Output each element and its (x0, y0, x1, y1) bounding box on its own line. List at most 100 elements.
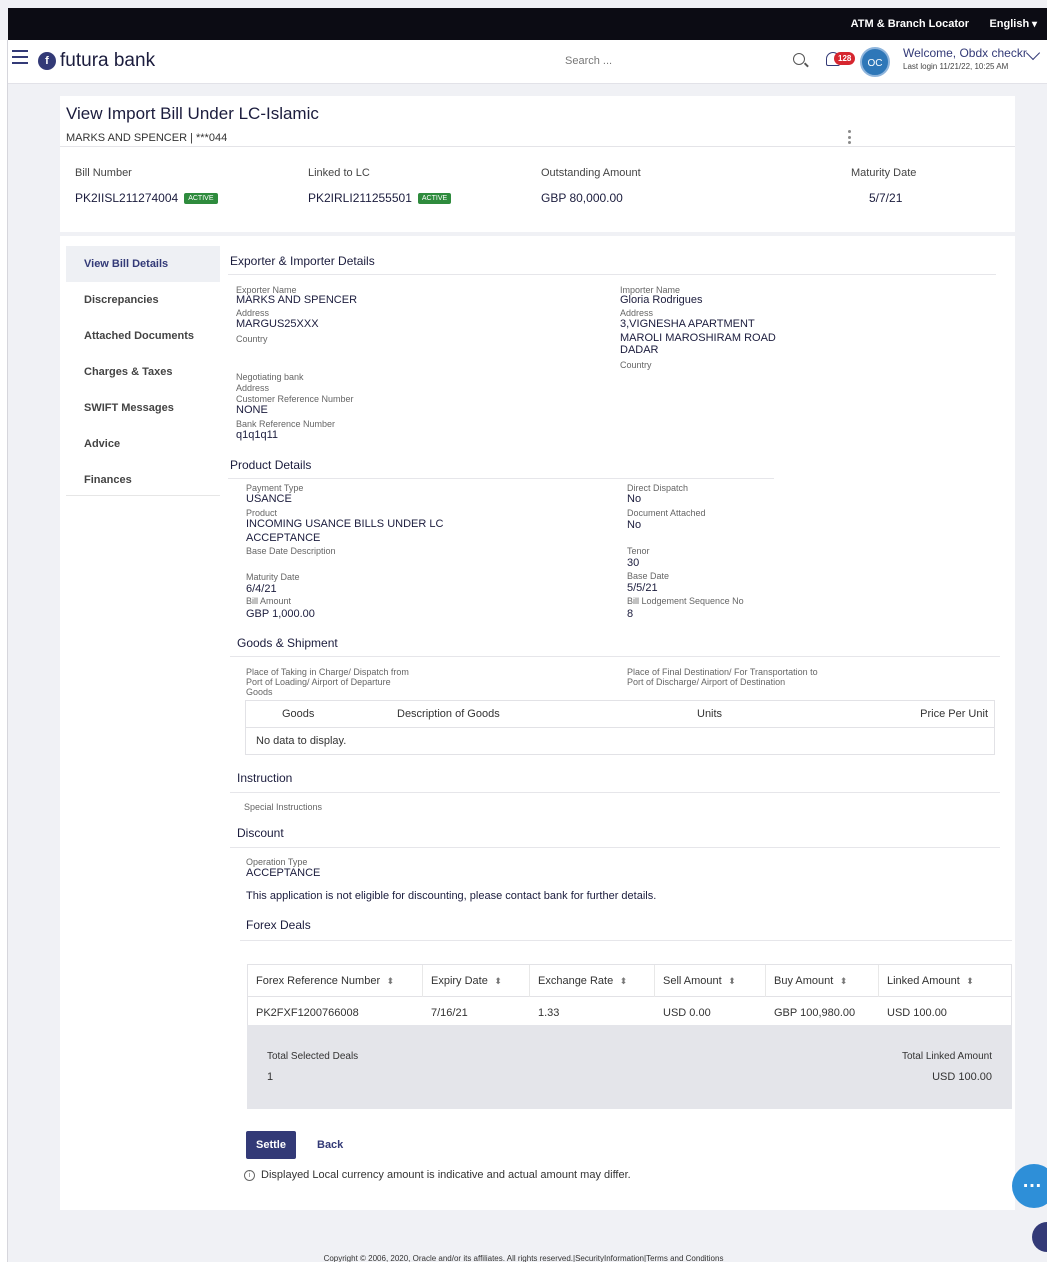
bill-number-label: Bill Number (75, 167, 132, 179)
field-value: GBP 1,000.00 (246, 608, 315, 620)
column-header-sortable[interactable]: Linked Amount (879, 965, 1011, 997)
bill-details-nav: View Bill Details Discrepancies Attached… (66, 246, 220, 496)
welcome-text[interactable]: Welcome, Obdx checkr (903, 46, 1027, 60)
column-header: Description of Goods (397, 707, 500, 720)
column-header-sortable[interactable]: Forex Reference Number (248, 964, 423, 997)
field-label: Place of Taking in Charge/ Dispatch from (246, 667, 409, 677)
field-value: Gloria Rodrigues (620, 294, 703, 306)
field-label: Tenor (627, 546, 650, 556)
notification-count-badge[interactable]: 128 (834, 52, 856, 65)
field-label: Address (236, 308, 270, 318)
column-header-sortable[interactable]: Expiry Date (423, 964, 530, 997)
column-header: Units (697, 707, 723, 720)
field-value: DADAR (620, 344, 659, 356)
field-label: Base Date Description (246, 546, 336, 556)
field-label: Special Instructions (244, 802, 323, 812)
section-title: Goods & Shipment (237, 636, 338, 650)
nav-item-discrepancies[interactable]: Discrepancies (66, 282, 220, 318)
forex-deals-table: Forex Reference Number Expiry Date Excha… (247, 964, 1012, 1030)
goods-table: Goods Description of Goods Units Price P… (245, 700, 995, 755)
maturity-date-block: Maturity Date 5/7/21 (851, 167, 916, 205)
field-value: ACCEPTANCE (246, 532, 321, 544)
app-header: f futura bank Search ... 128 OC Welcome,… (8, 40, 1047, 84)
back-link[interactable]: Back (317, 1139, 343, 1151)
nav-item-charges-taxes[interactable]: Charges & Taxes (66, 354, 220, 390)
field-label: Place of Final Destination/ For Transpor… (627, 667, 818, 677)
section-title: Forex Deals (246, 918, 311, 932)
scroll-top-icon[interactable] (1032, 1222, 1047, 1252)
field-value: q1q1q11 (236, 429, 279, 441)
forex-totals: Total Selected Deals 1 Total Linked Amou… (247, 1025, 1012, 1109)
column-header-sortable[interactable]: Exchange Rate (530, 964, 655, 997)
total-linked-label: Total Linked Amount (901, 1051, 992, 1062)
field-value: USANCE (246, 493, 292, 505)
search-bar[interactable]: Search ... (563, 48, 813, 74)
chevron-down-icon[interactable] (1025, 45, 1041, 61)
field-value: MAROLI MAROSHIRAM ROAD (620, 332, 776, 344)
linked-lc-value: PK2IRLI211255501 (308, 191, 412, 205)
field-value: 5/5/21 (627, 582, 658, 594)
field-value: 6/4/21 (246, 583, 277, 595)
page-header: View Import Bill Under LC-Islamic MARKS … (60, 96, 1015, 146)
last-login-text: Last login 11/21/22, 10:25 AM (903, 62, 1009, 71)
linked-lc-label: Linked to LC (308, 167, 370, 179)
divider (240, 940, 1012, 941)
section-title: Discount (237, 826, 284, 840)
nav-item-swift-messages[interactable]: SWIFT Messages (66, 390, 220, 426)
field-label: Country (236, 334, 268, 344)
top-utility-bar: ATM & Branch Locator English (8, 8, 1047, 40)
table-header: Forex Reference Number Expiry Date Excha… (248, 964, 1011, 997)
disclaimer-note: i Displayed Local currency amount is ind… (244, 1169, 631, 1181)
field-label: Address (620, 308, 654, 318)
nav-item-view-bill-details[interactable]: View Bill Details (66, 246, 220, 282)
field-value: 8 (627, 608, 634, 620)
field-label: Country (620, 360, 652, 370)
discount-message: This application is not eligible for dis… (246, 890, 657, 902)
search-icon[interactable] (793, 53, 805, 65)
maturity-date-value: 5/7/21 (869, 191, 903, 205)
nav-item-attached-documents[interactable]: Attached Documents (66, 318, 220, 354)
nav-item-finances[interactable]: Finances (66, 462, 220, 498)
atm-branch-locator-link[interactable]: ATM & Branch Locator (851, 18, 969, 30)
brand-logo[interactable]: f futura bank (38, 50, 155, 72)
language-selector[interactable]: English (989, 18, 1037, 30)
field-label: Base Date (627, 571, 670, 581)
bill-number-value: PK2IISL211274004 (75, 191, 179, 205)
divider (230, 656, 1000, 657)
field-label: Address (236, 383, 270, 393)
divider (228, 478, 774, 479)
avatar[interactable]: OC (860, 47, 890, 77)
column-header-sortable[interactable]: Sell Amount (655, 964, 766, 997)
field-value: 30 (627, 557, 640, 569)
field-value: INCOMING USANCE BILLS UNDER LC (246, 518, 444, 530)
field-value: MARKS AND SPENCER (236, 294, 358, 306)
outstanding-amount-value: GBP 80,000.00 (541, 191, 623, 205)
field-value: No (627, 493, 642, 505)
field-label: Product (246, 508, 278, 518)
page-subtitle: MARKS AND SPENCER | ***044 (66, 132, 228, 144)
field-label: Maturity Date (246, 572, 300, 582)
column-header-sortable[interactable]: Buy Amount (766, 964, 879, 997)
status-badge: ACTIVE (184, 192, 218, 204)
chat-bot-icon[interactable] (1012, 1164, 1047, 1208)
field-label: Negotiating bank (236, 372, 304, 382)
brand-mark-icon: f (38, 52, 56, 70)
section-title: Product Details (230, 458, 312, 472)
nav-item-advice[interactable]: Advice (66, 426, 220, 462)
left-edge (0, 40, 8, 1262)
field-value: 3,VIGNESHA APARTMENT (620, 318, 755, 330)
page-title: View Import Bill Under LC-Islamic (66, 104, 319, 123)
section-title: Exporter & Importer Details (230, 254, 375, 268)
search-input[interactable]: Search ... (565, 55, 612, 67)
field-label: Bill Amount (246, 596, 292, 606)
field-label: Bank Reference Number (236, 419, 336, 429)
menu-icon[interactable] (12, 50, 28, 64)
field-label: Direct Dispatch (627, 483, 689, 493)
settle-button[interactable]: Settle (246, 1131, 296, 1159)
outstanding-amount-block: Outstanding Amount GBP 80,000.00 (541, 167, 641, 205)
maturity-date-label: Maturity Date (851, 167, 917, 179)
brand-name: futura bank (60, 50, 156, 71)
field-value: NONE (236, 404, 268, 416)
info-icon: i (244, 1169, 255, 1181)
more-options-icon[interactable] (848, 130, 852, 144)
